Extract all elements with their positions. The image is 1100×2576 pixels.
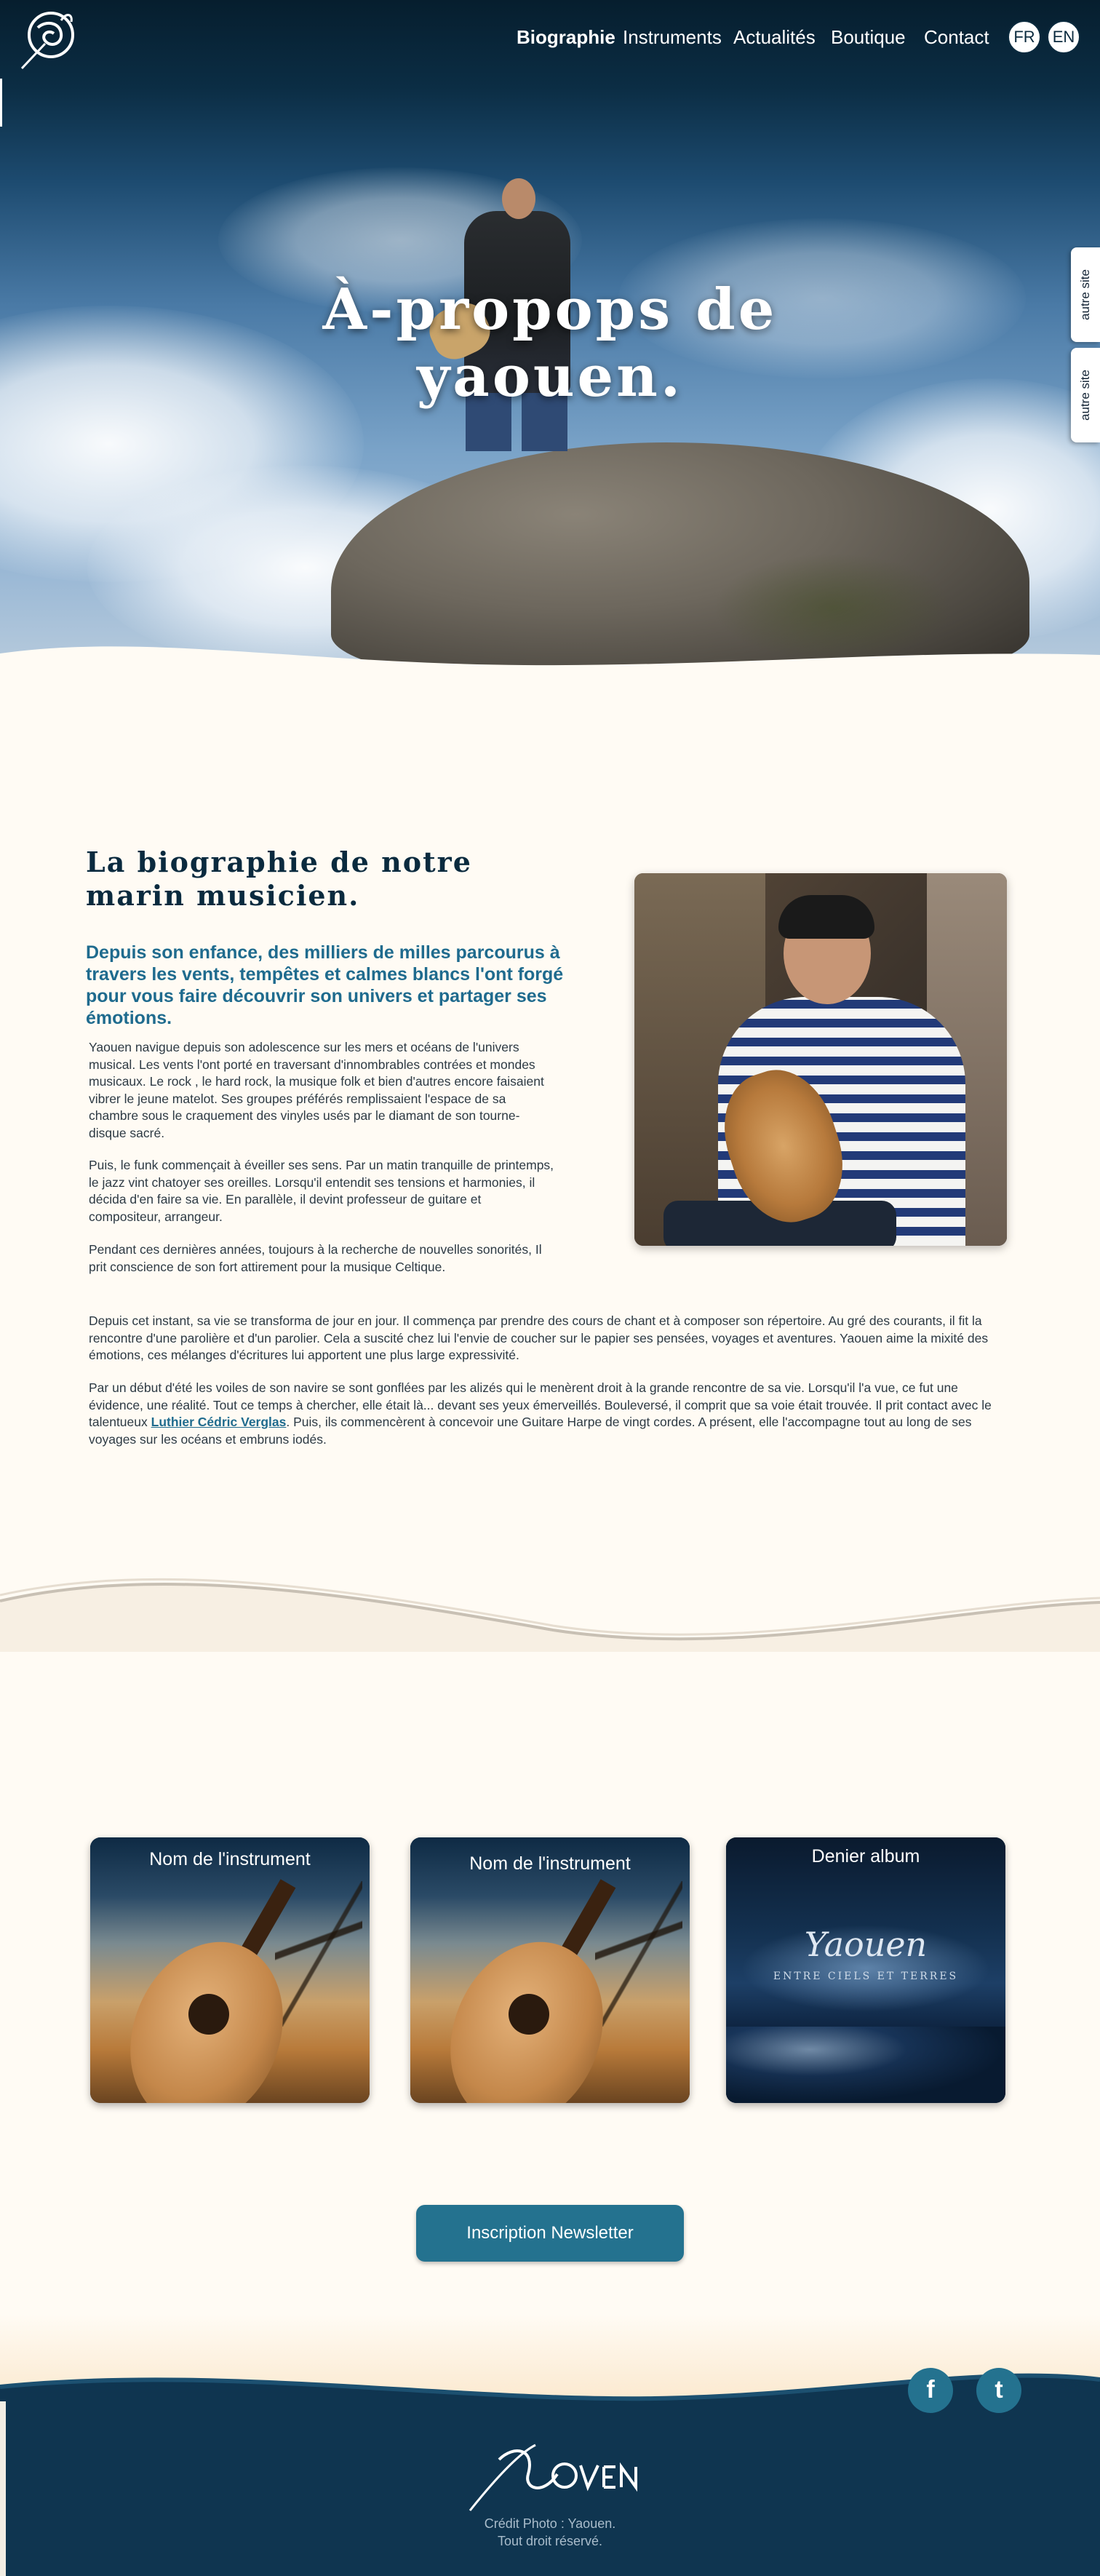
credit-line-1: Crédit Photo : Yaouen. [484, 2516, 616, 2531]
side-tab-label: autre site [1078, 370, 1092, 421]
side-tab-autre-site-2[interactable]: autre site [1071, 348, 1100, 442]
nav-actualites[interactable]: Actualités [733, 26, 816, 49]
credit-line-2: Tout droit réservé. [497, 2534, 603, 2548]
hero-title-line1: À-propops de [322, 277, 778, 343]
hero-title-line2: yaouen. [416, 343, 684, 410]
bio-lead: Depuis son enfance, des milliers de mill… [86, 942, 564, 1028]
album-card[interactable]: Denier album Yaouen ENTRE CIELS ET TERRE… [726, 1837, 1005, 2103]
hero-banner: À-propops de yaouen. [0, 0, 1100, 677]
bio-paragraph-3: Pendant ces dernières années, toujours à… [89, 1242, 542, 1274]
facebook-icon[interactable]: f [908, 2368, 953, 2413]
bio-paragraph-5: Par un début d'été les voiles de son nav… [89, 1380, 1013, 1448]
card-title: Nom de l'instrument [469, 1853, 631, 1874]
twitter-icon[interactable]: t [976, 2368, 1021, 2413]
lang-en-button[interactable]: EN [1047, 20, 1080, 54]
newsletter-button[interactable]: Inscription Newsletter [416, 2205, 684, 2262]
nav-instruments[interactable]: Instruments [623, 26, 722, 49]
card-title: Nom de l'instrument [149, 1849, 311, 1869]
hero-wave-divider [0, 646, 1100, 713]
musician-photo [634, 873, 1007, 1246]
bio-paragraph-4: Depuis cet instant, sa vie se transforma… [89, 1313, 989, 1362]
album-subtitle: ENTRE CIELS ET TERRES [773, 1971, 959, 1982]
lang-fr-button[interactable]: FR [1008, 20, 1041, 54]
nav-biographie[interactable]: Biographie [517, 26, 615, 49]
scroll-indicator [0, 79, 2, 127]
section-wave-divider [0, 1578, 1100, 1652]
hero-title: À-propops de yaouen. [0, 277, 1100, 410]
nav-boutique[interactable]: Boutique [831, 26, 906, 49]
main-nav: Biographie Instruments Actualités Boutiq… [0, 20, 1100, 54]
footer-credit: Crédit Photo : Yaouen. Tout droit réserv… [0, 2515, 1100, 2550]
card-title: Denier album [811, 1846, 920, 1867]
instrument-card-2[interactable]: Nom de l'instrument [410, 1837, 690, 2103]
side-tab-autre-site-1[interactable]: autre site [1071, 247, 1100, 342]
nav-contact[interactable]: Contact [924, 26, 989, 49]
footer-logo-icon[interactable] [455, 2430, 645, 2525]
luthier-link[interactable]: Luthier Cédric Verglas [151, 1415, 287, 1429]
bio-paragraph-2: Puis, le funk commençait à éveiller ses … [89, 1158, 554, 1224]
bio-paragraph-1: Yaouen navigue depuis son adolescence su… [89, 1040, 544, 1140]
side-tab-label: autre site [1078, 269, 1092, 320]
instrument-card-1[interactable]: Nom de l'instrument [90, 1837, 370, 2103]
bio-title: La biographie de notre marin musicien. [86, 846, 472, 912]
album-logo: Yaouen [804, 1925, 928, 1964]
